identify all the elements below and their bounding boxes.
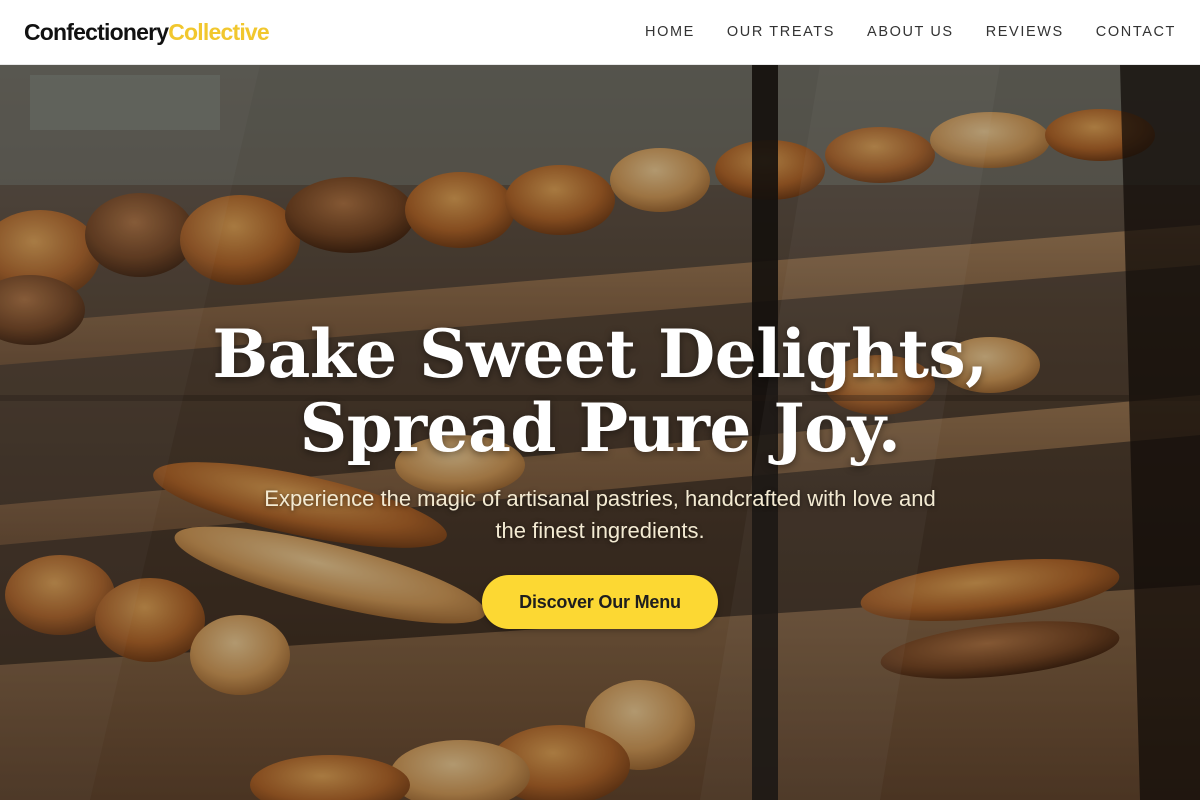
- hero-title: Bake Sweet Delights, Spread Pure Joy.: [212, 315, 988, 467]
- nav-reviews[interactable]: REVIEWS: [986, 24, 1064, 40]
- hero-title-line-1: Bake Sweet Delights,: [212, 315, 988, 393]
- logo-accent-text: Collective: [168, 18, 269, 45]
- site-logo[interactable]: ConfectioneryCollective: [24, 18, 270, 46]
- main-nav: HOME OUR TREATS ABOUT US REVIEWS CONTACT: [613, 24, 1176, 40]
- hero-section: Bake Sweet Delights, Spread Pure Joy. Ex…: [0, 65, 1200, 800]
- logo-primary-text: Confectionery: [24, 18, 169, 45]
- hero-content: Bake Sweet Delights, Spread Pure Joy. Ex…: [0, 65, 1200, 800]
- hero-title-line-2: Spread Pure Joy.: [299, 389, 901, 467]
- nav-home[interactable]: HOME: [645, 24, 695, 40]
- discover-menu-button[interactable]: Discover Our Menu: [482, 575, 718, 629]
- nav-contact[interactable]: CONTACT: [1096, 24, 1176, 40]
- site-header: ConfectioneryCollective HOME OUR TREATS …: [0, 0, 1200, 65]
- nav-our-treats[interactable]: OUR TREATS: [727, 24, 835, 40]
- hero-subtitle: Experience the magic of artisanal pastri…: [264, 486, 936, 543]
- nav-about-us[interactable]: ABOUT US: [867, 24, 954, 40]
